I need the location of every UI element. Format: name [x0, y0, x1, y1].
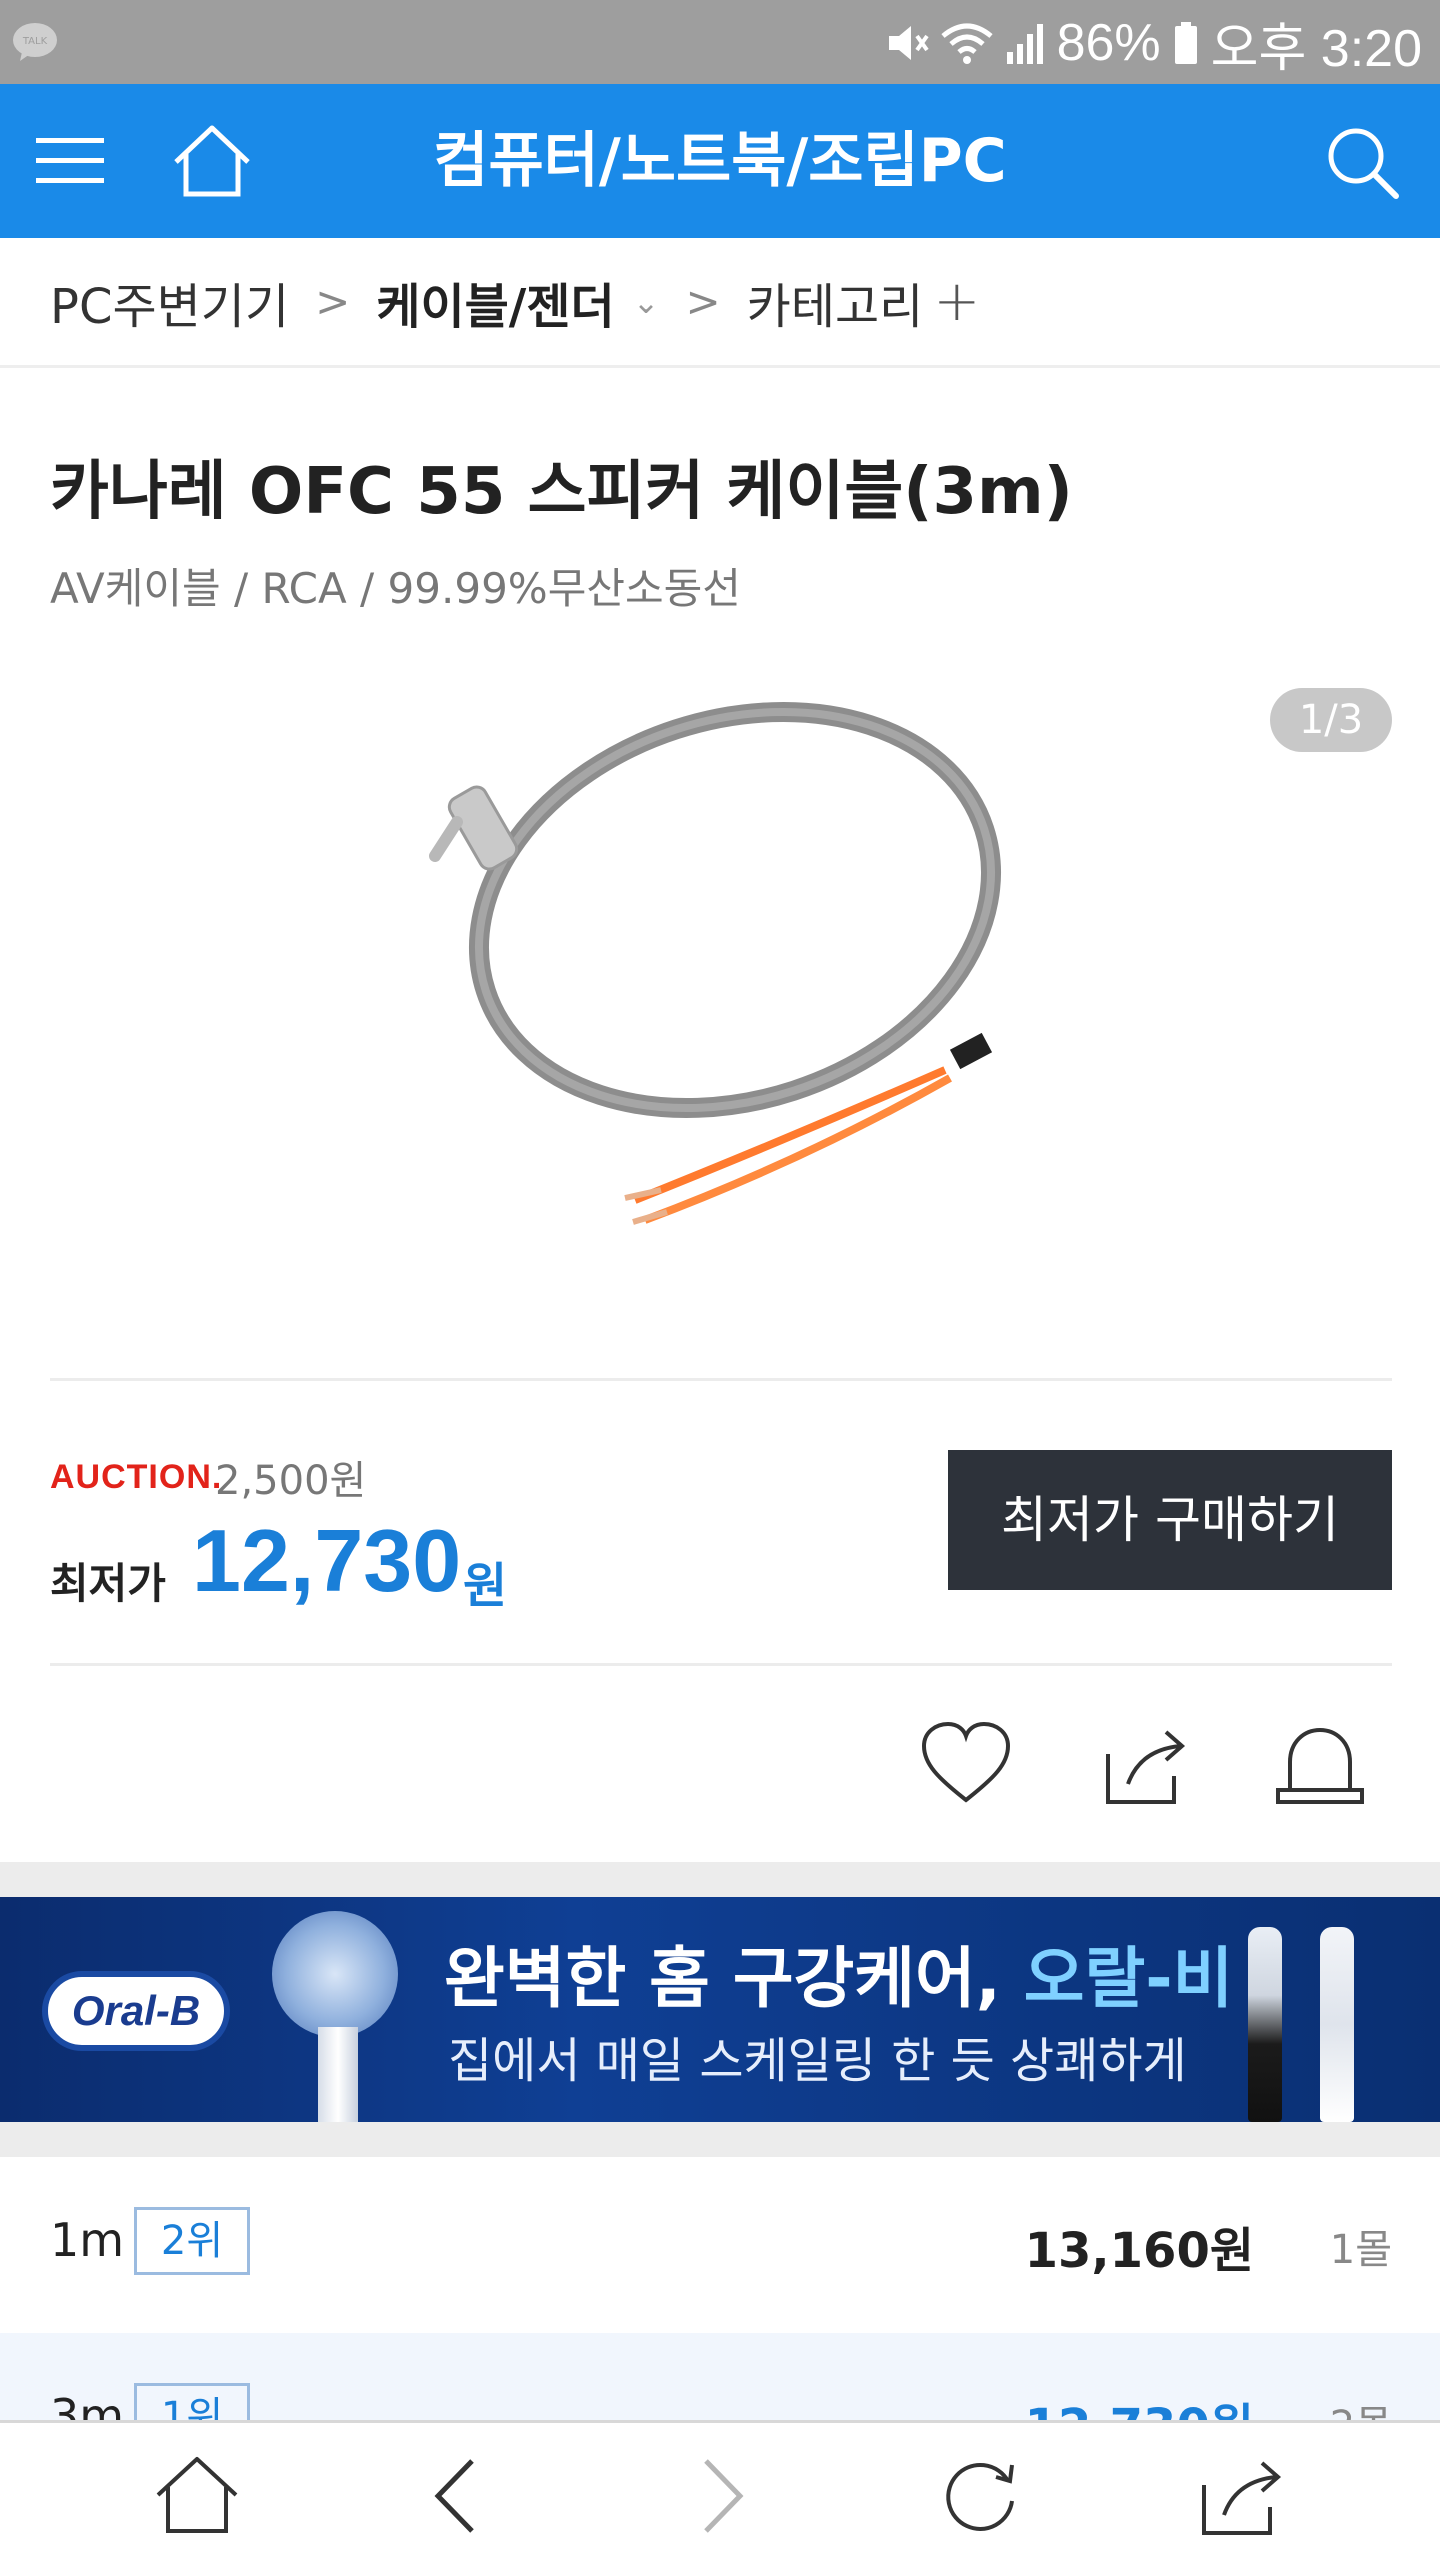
option-price: 13,160원 [1024, 2223, 1254, 2279]
banner-headline: 완벽한 홈 구강케어, 오랄-비 [444, 1925, 1233, 2021]
forward-icon[interactable] [676, 2451, 766, 2541]
banner-headline-text: 완벽한 홈 구강케어, [444, 1940, 1024, 2017]
ad-banner[interactable]: Oral-B 완벽한 홈 구강케어, 오랄-비 집에서 매일 스케일링 한 듯 … [0, 1897, 1440, 2122]
mall-count: 1몰 [1329, 2227, 1392, 2273]
chevron-down-icon[interactable]: ⌄ [633, 283, 660, 321]
rank-badge: 2위 [134, 2207, 250, 2275]
battery-percent: 86% [1056, 14, 1161, 72]
breadcrumb-item-category[interactable]: 카테고리 [747, 267, 924, 337]
page-title: 컴퓨터/노트북/조립PC [433, 126, 1007, 196]
breadcrumb-separator: > [315, 277, 351, 326]
home-icon[interactable] [152, 2451, 242, 2541]
banner-headline-brand: 오랄-비 [1023, 1940, 1234, 2017]
signal-icon [1006, 24, 1043, 64]
divider [50, 1378, 1392, 1381]
kakaotalk-icon: TALK [13, 23, 57, 61]
status-bar: TALK 86% 오후 3:20 [0, 0, 1440, 84]
toothbrush-white-image [1320, 1927, 1354, 2122]
toothbrush-black-image [1248, 1927, 1282, 2122]
battery-icon [1174, 22, 1197, 64]
bell-icon[interactable] [1272, 1720, 1368, 1810]
banner-subline: 집에서 매일 스케일링 한 듯 상쾌하게 [448, 2033, 1187, 2089]
product-subtitle: AV케이블 / RCA / 99.99%무산소동선 [50, 564, 741, 613]
mute-icon [888, 26, 929, 60]
product-image[interactable] [405, 660, 1035, 1290]
breadcrumb-separator: > [685, 277, 721, 326]
cable-image [429, 701, 1002, 1225]
lowest-price: 12,730 [192, 1511, 462, 1610]
browser-bottom-bar [0, 2420, 1440, 2560]
app-header: 컴퓨터/노트북/조립PC [0, 84, 1440, 238]
breadcrumb: PC주변기기 > 케이블/젠더 ⌄ > 카테고리 + [0, 238, 1440, 368]
share-icon[interactable] [1100, 1720, 1196, 1810]
lowest-price-label: 최저가 [50, 1559, 166, 1608]
price-unit: 원 [463, 1558, 508, 1614]
refresh-icon[interactable] [936, 2451, 1026, 2541]
image-counter: 1/3 [1270, 688, 1392, 752]
section-gap [0, 2122, 1440, 2157]
option-length: 1m [50, 2213, 125, 2267]
heart-icon[interactable] [918, 1720, 1014, 1810]
back-icon[interactable] [412, 2451, 502, 2541]
auction-logo: AUCTION. [50, 1458, 223, 1496]
breadcrumb-item-cable[interactable]: 케이블/젠더 [376, 267, 614, 337]
breadcrumb-item-pc-peripherals[interactable]: PC주변기기 [50, 267, 289, 337]
wifi-icon [940, 23, 993, 64]
divider [50, 1663, 1392, 1666]
section-gap [0, 1862, 1440, 1897]
shipping-price: 2,500원 [215, 1458, 367, 1504]
toothbrush-neck-image [318, 2027, 358, 2122]
status-right: 86% 오후 3:20 [883, 8, 1422, 78]
status-time: 오후 3:20 [1210, 19, 1422, 78]
toothbrush-head-image [272, 1911, 398, 2037]
option-row[interactable]: 1m 2위 13,160원 1몰 [0, 2157, 1440, 2333]
buy-lowest-button[interactable]: 최저가 구매하기 [948, 1450, 1392, 1590]
talk-badge-text: TALK [22, 36, 48, 47]
product-title: 카나레 OFC 55 스피커 케이블(3m) [50, 455, 1073, 529]
plus-icon[interactable]: + [933, 269, 980, 334]
oralb-logo: Oral-B [42, 1971, 230, 2051]
share-icon[interactable] [1196, 2451, 1286, 2541]
search-icon[interactable] [1324, 124, 1400, 200]
